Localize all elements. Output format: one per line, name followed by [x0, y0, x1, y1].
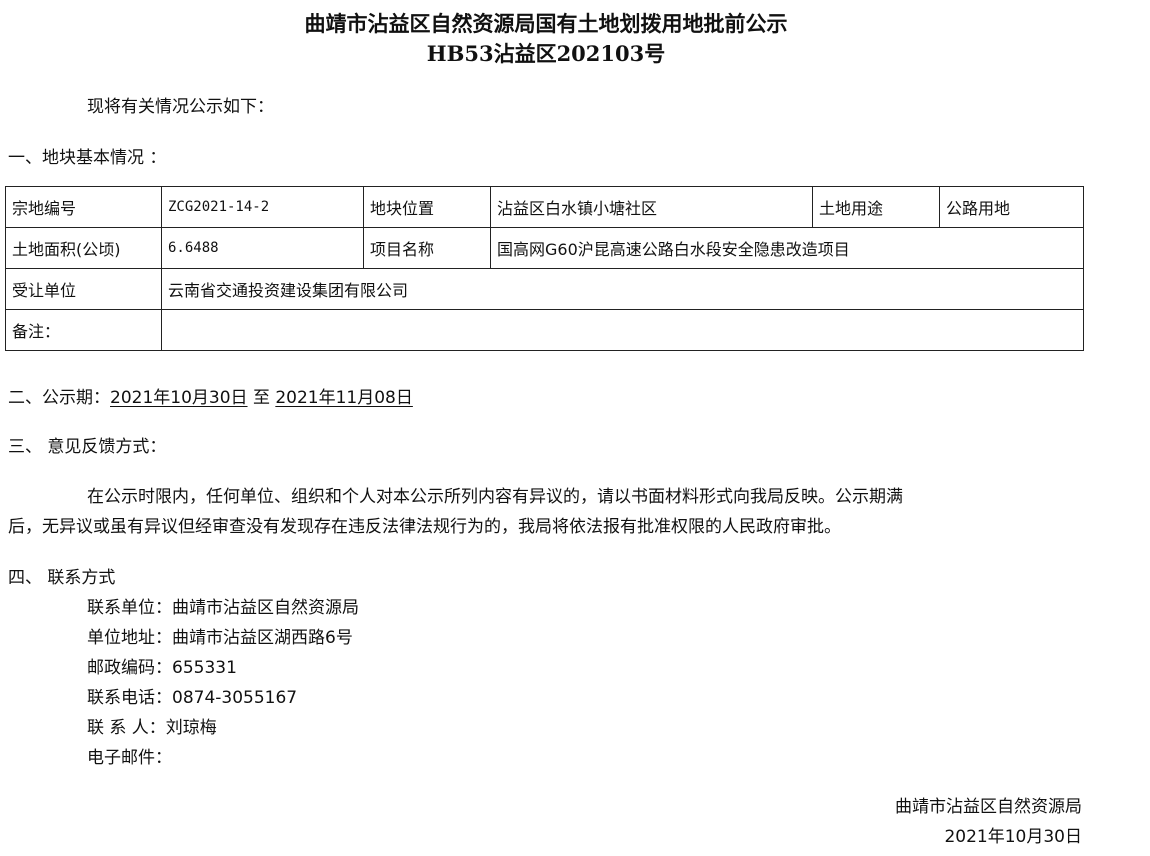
usage-label: 土地用途	[812, 186, 940, 228]
project-label: 项目名称	[363, 227, 491, 269]
publicity-start-date: 2021年10月30日	[110, 388, 248, 408]
area-label: 土地面积(公顷)	[5, 227, 162, 269]
section1-heading: 一、地块基本情况 ：	[8, 148, 167, 168]
area-value: 6.6488	[161, 227, 364, 269]
table-row: 土地面积(公顷) 6.6488 项目名称 国高网G60沪昆高速公路白水段安全隐患…	[5, 227, 1084, 269]
issuer-signature: 曲靖市沾益区自然资源局	[895, 797, 1082, 817]
contact-address: 单位地址：曲靖市沾益区湖西路6号	[87, 628, 353, 648]
publicity-end-date: 2021年11月08日	[275, 388, 413, 408]
document-title: 曲靖市沾益区自然资源局国有土地划拨用地批前公示	[304, 11, 788, 36]
parcel-no-value: ZCG2021-14-2	[161, 186, 364, 228]
project-value: 国高网G60沪昆高速公路白水段安全隐患改造项目	[490, 227, 1084, 269]
table-row: 备注：	[5, 309, 1084, 351]
contact-phone: 联系电话：0874-3055167	[87, 688, 298, 708]
section2-line: 二、公示期：2021年10月30日 至 2021年11月08日	[8, 383, 413, 408]
location-label: 地块位置	[363, 186, 491, 228]
contact-email: 电子邮件：	[87, 748, 172, 768]
location-value: 沾益区白水镇小塘社区	[490, 186, 813, 228]
publicity-to: 至	[252, 388, 270, 408]
contact-person: 联 系 人：刘琼梅	[87, 718, 217, 738]
parcel-no-label: 宗地编号	[5, 186, 162, 228]
remark-value	[161, 309, 1084, 351]
table-row: 受让单位 云南省交通投资建设集团有限公司	[5, 268, 1084, 310]
feedback-paragraph-line2: 后，无异议或虽有异议但经审查没有发现存在违反法律法规行为的，我局将依法报有批准权…	[8, 517, 841, 537]
parcel-info-table: 宗地编号 ZCG2021-14-2 地块位置 沾益区白水镇小塘社区 土地用途 公…	[5, 186, 1084, 351]
remark-label: 备注：	[5, 309, 162, 351]
issue-date: 2021年10月30日	[944, 827, 1082, 847]
assignee-label: 受让单位	[5, 268, 162, 310]
section3-heading: 三、 意见反馈方式：	[8, 437, 167, 457]
contact-postcode: 邮政编码：655331	[87, 658, 237, 678]
intro-text: 现将有关情况公示如下：	[87, 97, 274, 117]
section2-heading: 二、公示期：	[8, 388, 110, 408]
feedback-paragraph-line1: 在公示时限内，任何单位、组织和个人对本公示所列内容有异议的，请以书面材料形式向我…	[87, 487, 903, 507]
assignee-value: 云南省交通投资建设集团有限公司	[161, 268, 1084, 310]
table-row: 宗地编号 ZCG2021-14-2 地块位置 沾益区白水镇小塘社区 土地用途 公…	[5, 186, 1084, 228]
usage-value: 公路用地	[939, 186, 1084, 228]
document-number: HB53沾益区202103号	[426, 41, 666, 66]
contact-unit: 联系单位：曲靖市沾益区自然资源局	[87, 598, 359, 618]
section4-heading: 四、 联系方式	[8, 568, 116, 588]
